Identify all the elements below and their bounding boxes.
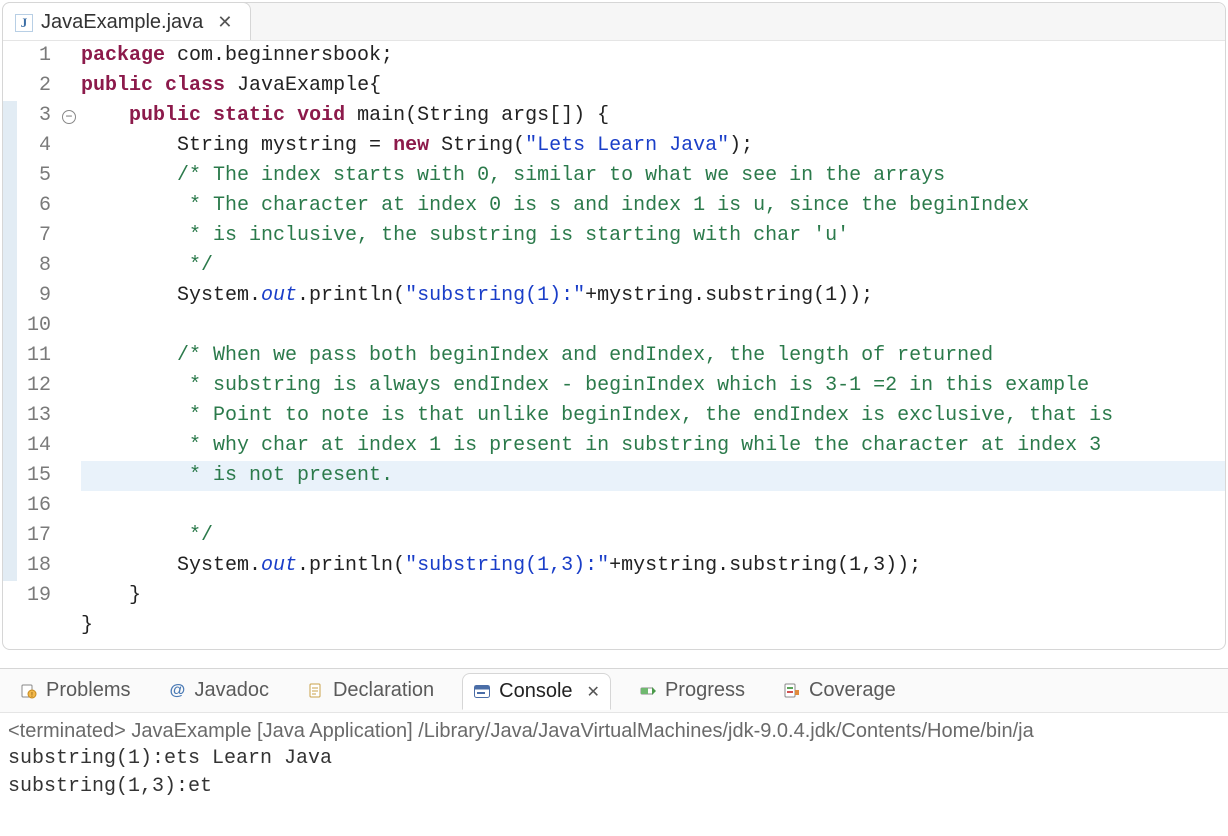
line-number: 14 [19, 431, 51, 461]
code-line[interactable]: */ [81, 254, 213, 277]
line-number-gutter: 12345678910111213141516171819 [17, 41, 57, 641]
tab-label: Console [499, 680, 572, 703]
code-line[interactable]: * substring is always endIndex - beginIn… [81, 374, 1089, 397]
tab-label: Coverage [809, 679, 896, 702]
line-number: 4 [19, 131, 51, 161]
code-line[interactable]: * is inclusive, the substring is startin… [81, 224, 849, 247]
code-line[interactable]: * Point to note is that unlike beginInde… [81, 404, 1125, 427]
console-output[interactable]: <terminated> JavaExample [Java Applicati… [0, 713, 1228, 809]
tab-problems[interactable]: ! Problems [10, 673, 140, 708]
line-number: 3 [19, 101, 51, 131]
tab-coverage[interactable]: Coverage [773, 673, 906, 708]
tab-label: Progress [665, 679, 745, 702]
code-line[interactable]: String mystring = new String("Lets Learn… [81, 134, 753, 157]
javadoc-icon: @ [168, 682, 186, 700]
code-line[interactable]: public static void main(String args[]) { [81, 104, 609, 127]
code-line[interactable]: package com.beginnersbook; [81, 44, 393, 67]
line-number: 6 [19, 191, 51, 221]
line-number: 2 [19, 71, 51, 101]
svg-text:!: ! [31, 692, 33, 699]
editor-tab-bar: J JavaExample.java ✕ [3, 3, 1225, 41]
close-icon[interactable]: ✕ [581, 682, 600, 702]
line-number: 12 [19, 371, 51, 401]
marker-ruler [3, 41, 17, 641]
line-number: 1 [19, 41, 51, 71]
code-line[interactable]: public class JavaExample{ [81, 74, 381, 97]
tab-label: Problems [46, 679, 130, 702]
problems-icon: ! [20, 682, 38, 700]
console-status-line: <terminated> JavaExample [Java Applicati… [8, 717, 1220, 745]
line-number: 7 [19, 221, 51, 251]
tab-javadoc[interactable]: @ Javadoc [158, 673, 279, 708]
tab-progress[interactable]: Progress [629, 673, 755, 708]
bottom-panel: ! Problems @ Javadoc Declaration Console… [0, 668, 1228, 809]
line-number: 8 [19, 251, 51, 281]
code-line[interactable]: * is not present. [81, 461, 1225, 491]
editor-tab[interactable]: J JavaExample.java ✕ [2, 2, 251, 40]
java-file-icon: J [15, 14, 33, 32]
editor-panel: J JavaExample.java ✕ 1234567891011121314… [2, 2, 1226, 650]
editor-tab-filename: JavaExample.java [41, 11, 203, 34]
line-number: 19 [19, 581, 51, 611]
tab-label: Javadoc [194, 679, 269, 702]
console-line: substring(1):ets Learn Java [8, 745, 1220, 773]
code-line[interactable]: System.out.println("substring(1,3):"+mys… [81, 554, 921, 577]
close-icon[interactable]: ✕ [211, 12, 232, 33]
tab-label: Declaration [333, 679, 434, 702]
code-line[interactable]: /* When we pass both beginIndex and endI… [81, 344, 993, 367]
line-number: 18 [19, 551, 51, 581]
fold-ruler: − [57, 41, 81, 641]
tab-declaration[interactable]: Declaration [297, 673, 444, 708]
code-line[interactable]: System.out.println("substring(1):"+mystr… [81, 284, 873, 307]
line-number: 9 [19, 281, 51, 311]
line-number: 17 [19, 521, 51, 551]
code-line[interactable]: /* The index starts with 0, similar to w… [81, 164, 945, 187]
console-line: substring(1,3):et [8, 773, 1220, 801]
line-number: 10 [19, 311, 51, 341]
code-editor[interactable]: 12345678910111213141516171819 − package … [3, 41, 1225, 649]
tab-console[interactable]: Console ✕ [462, 673, 611, 710]
line-number: 16 [19, 491, 51, 521]
code-line[interactable]: * The character at index 0 is s and inde… [81, 194, 1029, 217]
line-number: 15 [19, 461, 51, 491]
code-line[interactable]: */ [81, 524, 213, 547]
code-line[interactable]: } [81, 584, 141, 607]
line-number: 13 [19, 401, 51, 431]
line-number: 5 [19, 161, 51, 191]
console-icon [473, 683, 491, 701]
code-line[interactable]: * why char at index 1 is present in subs… [81, 434, 1113, 457]
declaration-icon [307, 682, 325, 700]
progress-icon [639, 682, 657, 700]
source-text[interactable]: package com.beginnersbook; public class … [81, 41, 1225, 641]
fold-collapse-icon[interactable]: − [62, 110, 76, 124]
line-number: 11 [19, 341, 51, 371]
bottom-tab-bar: ! Problems @ Javadoc Declaration Console… [0, 669, 1228, 713]
coverage-icon [783, 682, 801, 700]
code-line[interactable]: } [81, 614, 93, 637]
